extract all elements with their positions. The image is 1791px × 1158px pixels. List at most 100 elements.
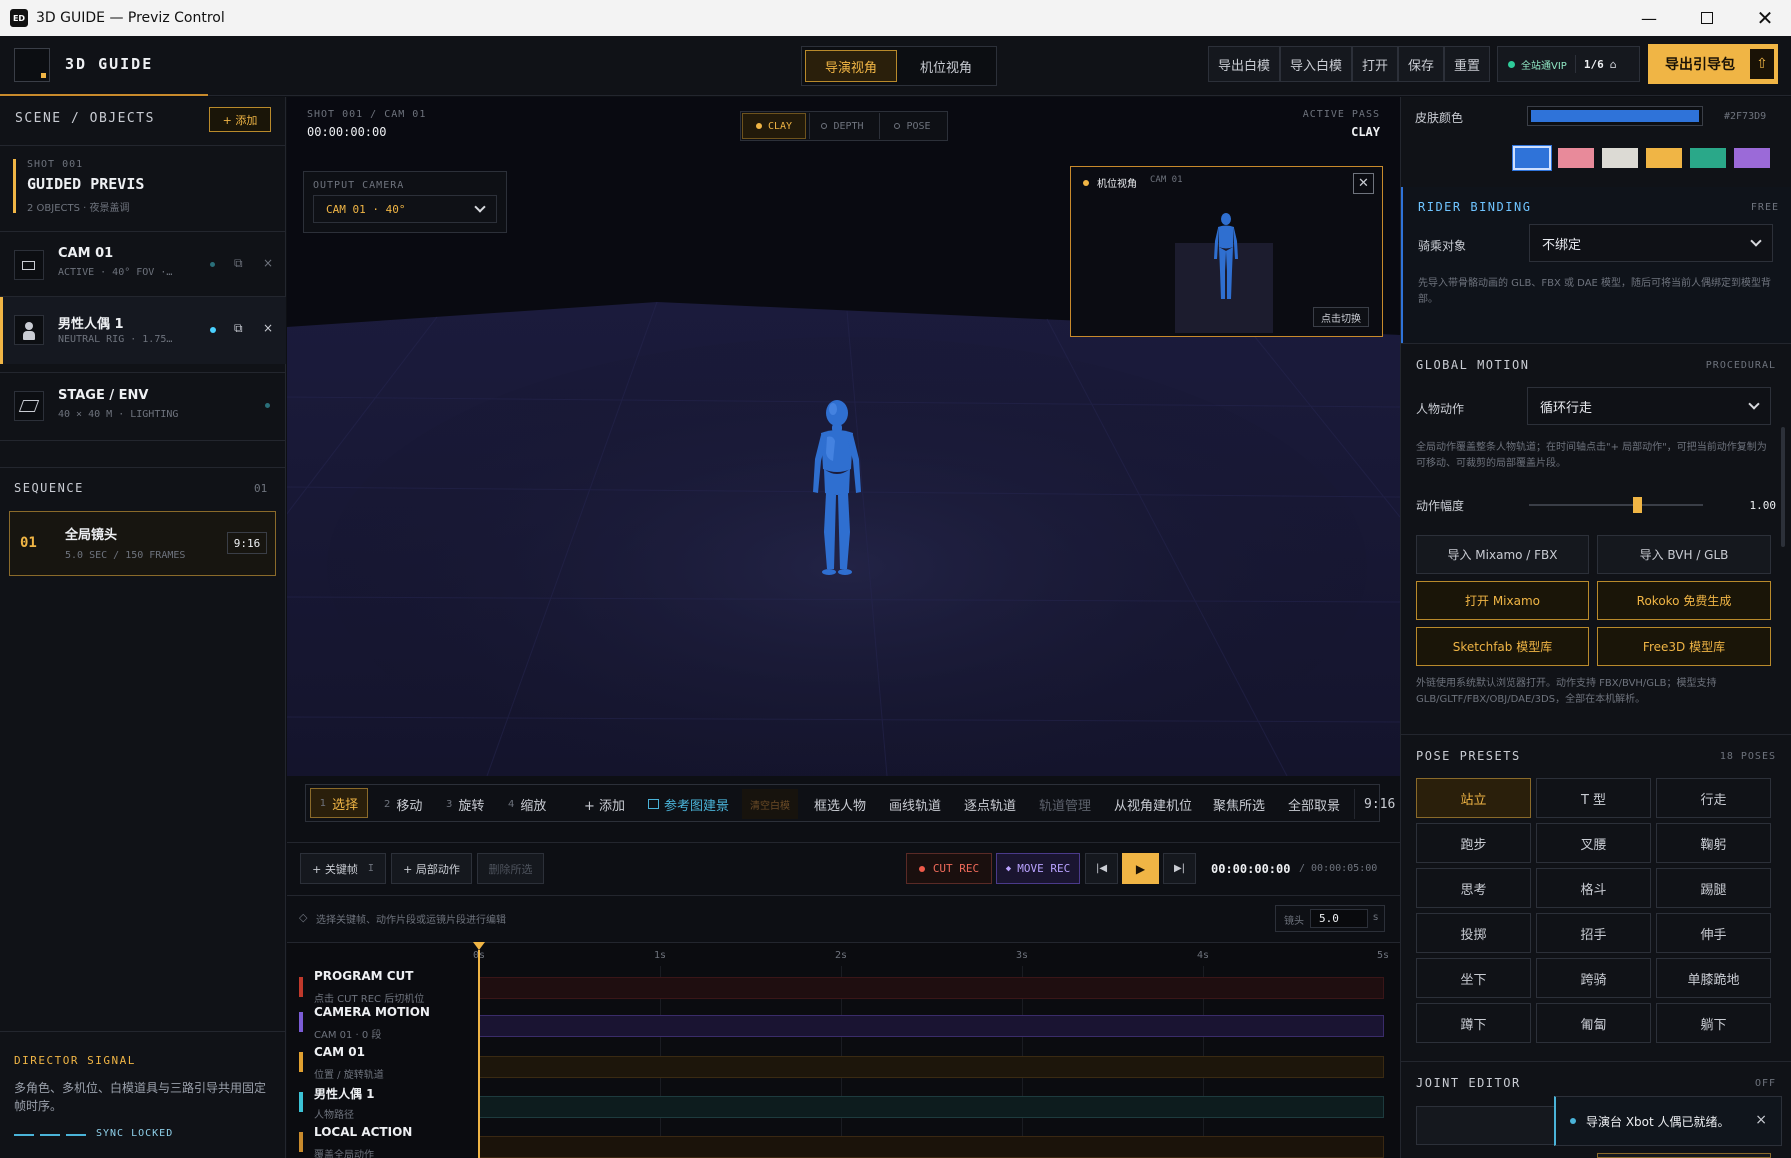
reset-button[interactable]: 重置 <box>1444 46 1490 82</box>
box-select-person-button[interactable]: 框选人物 <box>814 785 866 823</box>
maximize-icon[interactable] <box>1678 0 1736 36</box>
export-white-model-button[interactable]: 导出白模 <box>1208 46 1280 82</box>
output-camera-select[interactable]: CAM 01 · 40° <box>313 195 497 223</box>
import-bvh-glb-button[interactable]: 导入 BVH / GLB <box>1597 535 1771 574</box>
delete-selected-button[interactable]: 删除所选 <box>477 853 544 884</box>
pose-lie[interactable]: 躺下 <box>1656 1003 1771 1043</box>
open-button[interactable]: 打开 <box>1352 46 1398 82</box>
swatch-teal[interactable] <box>1690 148 1726 168</box>
pose-squat[interactable]: 蹲下 <box>1416 1003 1531 1043</box>
import-mixamo-fbx-button[interactable]: 导入 Mixamo / FBX <box>1416 535 1589 574</box>
duplicate-icon[interactable]: ⧉ <box>234 321 243 336</box>
add-keyframe-button[interactable]: + 关键帧 I <box>300 853 386 884</box>
pose-walk[interactable]: 行走 <box>1656 778 1771 818</box>
pass-pose[interactable]: POSE <box>879 113 945 139</box>
track-manage-button[interactable]: 轨道管理 <box>1039 785 1091 823</box>
visibility-dot[interactable] <box>265 403 270 408</box>
pose-stand[interactable]: 站立 <box>1416 778 1531 818</box>
pose-wave[interactable]: 招手 <box>1536 913 1651 953</box>
pose-fight[interactable]: 格斗 <box>1536 868 1651 908</box>
save-button[interactable]: 保存 <box>1398 46 1444 82</box>
swatch-purple[interactable] <box>1734 148 1770 168</box>
upload-icon[interactable]: ⇧ <box>1750 49 1774 79</box>
amplitude-slider-thumb[interactable] <box>1632 497 1642 513</box>
swatch-white[interactable] <box>1602 148 1638 168</box>
amplitude-slider-track[interactable] <box>1529 504 1703 506</box>
mode-scale[interactable]: 4 缩放 <box>508 785 546 823</box>
visibility-dot[interactable] <box>210 327 216 333</box>
pip-switch-button[interactable]: 点击切换 <box>1313 307 1369 327</box>
play-icon[interactable]: ▶ <box>1122 853 1159 884</box>
pose-sit[interactable]: 坐下 <box>1416 958 1531 998</box>
right-panel-scrollbar[interactable] <box>1781 427 1785 547</box>
pose-bow[interactable]: 鞠躬 <box>1656 823 1771 863</box>
minimize-icon[interactable]: — <box>1620 0 1678 36</box>
track-bar-male-dummy[interactable] <box>479 1096 1384 1118</box>
cut-rec-button[interactable]: CUT REC <box>906 853 992 884</box>
visibility-dot[interactable] <box>210 262 215 267</box>
toolbar-add-button[interactable]: + 添加 <box>584 785 625 823</box>
track-bar-cam01[interactable] <box>479 1056 1384 1078</box>
skip-end-icon[interactable]: ▶| <box>1163 853 1196 884</box>
close-pip-icon[interactable]: ✕ <box>1353 173 1374 194</box>
mannequin-figure[interactable] <box>807 397 867 577</box>
mode-select[interactable]: 1 选择 <box>310 788 368 818</box>
object-row-male-dummy[interactable]: 男性人偶 1 NEUTRAL RIG · 1.75… ⧉ × <box>0 297 286 364</box>
skip-start-icon[interactable]: |◀ <box>1085 853 1118 884</box>
delete-icon[interactable]: × <box>263 256 273 270</box>
pose-reach[interactable]: 伸手 <box>1656 913 1771 953</box>
swatch-pink[interactable] <box>1558 148 1594 168</box>
swatch-blue[interactable] <box>1513 146 1551 170</box>
open-mixamo-button[interactable]: 打开 Mixamo <box>1416 581 1589 620</box>
pose-ride[interactable]: 跨骑 <box>1536 958 1651 998</box>
sketchfab-button[interactable]: Sketchfab 模型库 <box>1416 627 1589 666</box>
focus-selected-button[interactable]: 聚焦所选 <box>1213 785 1265 823</box>
vip-badge[interactable]: 全站通VIP 1/6 ⌂ <box>1497 46 1640 82</box>
pass-clay[interactable]: CLAY <box>742 113 806 139</box>
import-white-model-button[interactable]: 导入白模 <box>1280 46 1352 82</box>
track-bar-program-cut[interactable] <box>479 977 1384 999</box>
close-window-icon[interactable]: ✕ <box>1736 0 1791 36</box>
clear-white-model-button[interactable]: 清空白模 <box>742 789 798 819</box>
frame-all-button[interactable]: 全部取景 <box>1288 785 1340 823</box>
add-local-action-button[interactable]: + 局部动作 <box>391 853 472 884</box>
object-row-cam01[interactable]: CAM 01 ACTIVE · 40° FOV ·… ⧉ × <box>0 232 286 296</box>
close-toast-icon[interactable]: × <box>1755 1112 1767 1128</box>
object-row-stage[interactable]: STAGE / ENV 40 × 40 M · LIGHTING <box>0 373 286 437</box>
pose-kick[interactable]: 踢腿 <box>1656 868 1771 908</box>
pose-run[interactable]: 跑步 <box>1416 823 1531 863</box>
free3d-button[interactable]: Free3D 模型库 <box>1597 627 1771 666</box>
point-track-button[interactable]: 逐点轨道 <box>964 785 1016 823</box>
add-object-button[interactable]: + 添加 <box>209 107 271 132</box>
rokoko-button[interactable]: Rokoko 免费生成 <box>1597 581 1771 620</box>
camera-preview-pip[interactable]: 机位视角 CAM 01 ✕ 点击切换 <box>1070 166 1383 337</box>
ref-image-button[interactable]: 参考图建景 <box>648 785 729 823</box>
track-bar-local-action[interactable] <box>479 1136 1384 1158</box>
pose-crawl[interactable]: 匍匐 <box>1536 1003 1651 1043</box>
tab-director-view[interactable]: 导演视角 <box>805 50 897 82</box>
mode-rotate[interactable]: 3 旋转 <box>446 785 484 823</box>
track-bar-camera-motion[interactable] <box>479 1015 1384 1037</box>
pose-throw[interactable]: 投掷 <box>1416 913 1531 953</box>
playhead[interactable] <box>478 950 480 1158</box>
tab-camera-view[interactable]: 机位视角 <box>900 50 992 82</box>
move-rec-button[interactable]: ◆ MOVE REC <box>996 853 1080 884</box>
playhead-handle-icon[interactable] <box>473 942 485 950</box>
pose-t[interactable]: T 型 <box>1536 778 1651 818</box>
sequence-item[interactable]: 01 全局镜头 5.0 SEC / 150 FRAMES 9:16 <box>9 511 276 576</box>
delete-icon[interactable]: × <box>263 321 273 335</box>
pose-kneel[interactable]: 单膝跪地 <box>1656 958 1771 998</box>
motion-select[interactable]: 循环行走 <box>1527 387 1771 425</box>
camera-from-view-button[interactable]: 从视角建机位 <box>1114 785 1192 823</box>
duplicate-icon[interactable]: ⧉ <box>234 256 243 271</box>
pose-hands-hips[interactable]: 叉腰 <box>1536 823 1651 863</box>
skin-color-input[interactable] <box>1527 106 1703 126</box>
pose-think[interactable]: 思考 <box>1416 868 1531 908</box>
rider-object-select[interactable]: 不绑定 <box>1529 224 1773 262</box>
joint-partial-button[interactable] <box>1597 1153 1771 1158</box>
duration-input[interactable]: 5.0 <box>1310 909 1368 928</box>
swatch-gold[interactable] <box>1646 148 1682 168</box>
viewport[interactable]: SHOT 001 / CAM 01 00:00:00:00 CLAY DEPTH… <box>287 97 1400 776</box>
mode-move[interactable]: 2 移动 <box>384 785 422 823</box>
pass-depth[interactable]: DEPTH <box>809 113 875 139</box>
